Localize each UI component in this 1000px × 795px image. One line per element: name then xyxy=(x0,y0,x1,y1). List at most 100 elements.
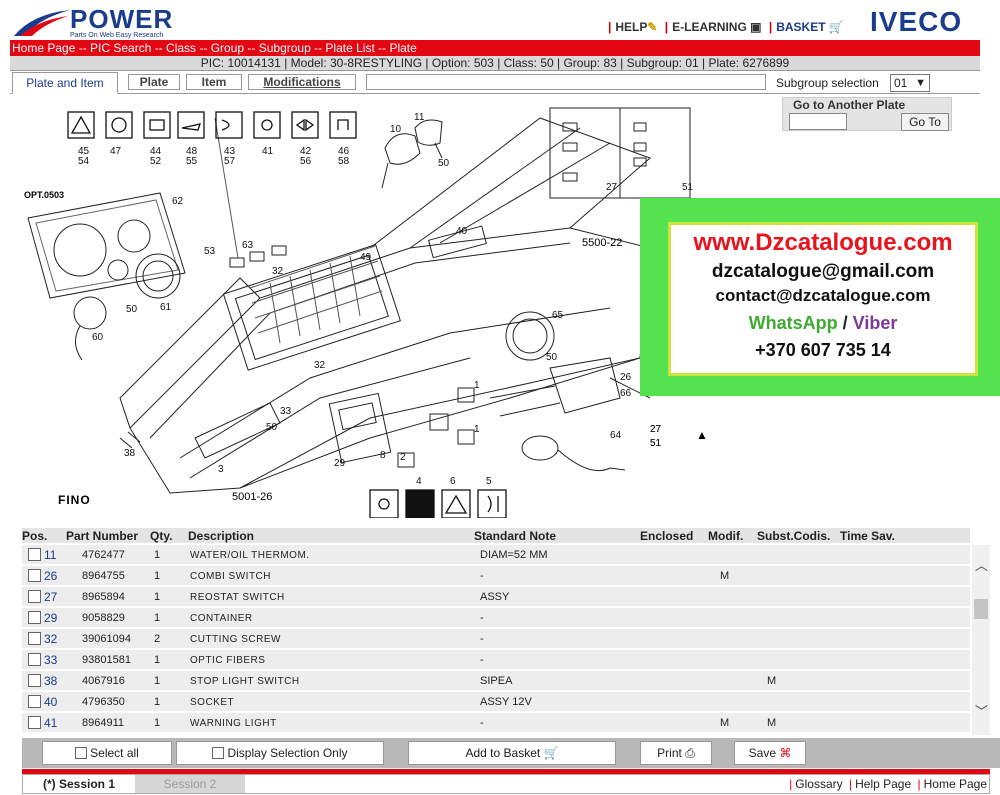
svg-text:▲: ▲ xyxy=(696,428,708,442)
table-row[interactable]: 38 4067916 1 STOP LIGHT SWITCH SIPEA M xyxy=(22,671,970,691)
goto-title: Go to Another Plate xyxy=(793,98,906,112)
drawing-label: 41 xyxy=(262,146,274,157)
tab-item[interactable]: Item xyxy=(186,74,242,90)
table-row[interactable]: 11 4762477 1 WATER/OIL THERMOM. DIAM=52 MM xyxy=(22,545,970,565)
row-part: 9058829 xyxy=(82,612,125,624)
table-row[interactable]: 29 9058829 1 CONTAINER - xyxy=(22,608,970,628)
row-qty: 2 xyxy=(154,633,161,645)
promo-phone: +370 607 735 14 xyxy=(755,340,891,360)
row-checkbox[interactable] xyxy=(28,674,41,687)
promo-email-1[interactable]: dzcatalogue@gmail.com xyxy=(671,261,975,283)
plate-number-input[interactable] xyxy=(789,113,847,130)
row-note: - xyxy=(480,570,484,582)
top-links: | HELP✎ | E-LEARNING ▣ | BASKET 🛒 xyxy=(608,20,844,34)
row-position-link[interactable]: 27 xyxy=(44,590,57,604)
promo-whatsapp: WhatsApp xyxy=(748,313,838,333)
row-qty: 1 xyxy=(154,717,161,729)
session-2-tab[interactable]: Session 2 xyxy=(135,775,245,793)
power-logo[interactable]: POWER Parts On Web Easy Research xyxy=(12,4,182,39)
select-all-button[interactable]: Select all xyxy=(42,741,172,765)
row-checkbox[interactable] xyxy=(28,548,41,561)
drawing-label: 60 xyxy=(92,332,104,343)
row-position-link[interactable]: 33 xyxy=(44,653,57,667)
glossary-link[interactable]: Glossary xyxy=(795,777,842,791)
chevron-down-icon[interactable]: ﹀ xyxy=(975,701,988,720)
table-row[interactable]: 41 8964911 1 WARNING LIGHT - M M xyxy=(22,713,970,733)
subgroup-label: Subgroup selection xyxy=(776,76,879,90)
table-row[interactable]: 33 93801581 1 OPTIC FIBERS - xyxy=(22,650,970,670)
drawing-label: 54 xyxy=(78,156,90,167)
row-position-link[interactable]: 26 xyxy=(44,569,57,583)
drawing-label: 4 xyxy=(416,476,422,487)
table-row[interactable]: 40 4796350 1 SOCKET ASSY 12V xyxy=(22,692,970,712)
row-note: - xyxy=(480,717,484,729)
subgroup-select[interactable]: 01 ▼ xyxy=(890,74,930,92)
table-scrollbar[interactable]: ︿ ﹀ xyxy=(972,545,990,735)
help-page-link[interactable]: Help Page xyxy=(855,777,911,791)
row-position-link[interactable]: 29 xyxy=(44,611,57,625)
drawing-label: 64 xyxy=(610,430,622,441)
promo-email-2[interactable]: contact@dzcatalogue.com xyxy=(671,286,975,306)
print-button[interactable]: Print ⎙ xyxy=(640,741,712,765)
table-row[interactable]: 32 39061094 2 CUTTING SCREW - xyxy=(22,629,970,649)
subgroup-selection: Subgroup selection 01 ▼ xyxy=(776,74,930,92)
row-checkbox[interactable] xyxy=(28,590,41,603)
row-checkbox[interactable] xyxy=(28,569,41,582)
row-desc: REOSTAT SWITCH xyxy=(190,592,285,603)
display-selection-button[interactable]: Display Selection Only xyxy=(176,741,384,765)
tab-plate-and-item[interactable]: Plate and Item xyxy=(12,72,118,94)
drawing-label: 1 xyxy=(474,424,480,435)
table-row[interactable]: 27 8965894 1 REOSTAT SWITCH ASSY xyxy=(22,587,970,607)
breadcrumb[interactable]: Home Page -- PIC Search -- Class -- Grou… xyxy=(10,40,980,56)
drawing-label: 8 xyxy=(380,450,386,461)
drawing-label: 51 xyxy=(650,438,662,449)
select-all-checkbox[interactable] xyxy=(75,747,88,759)
basket-icon: 🛒 xyxy=(828,20,844,34)
save-button[interactable]: Save ⌘ xyxy=(734,741,806,765)
drawing-label: 50 xyxy=(126,304,138,315)
chevron-up-icon[interactable]: ︿ xyxy=(975,555,988,574)
row-qty: 1 xyxy=(154,654,161,666)
row-checkbox[interactable] xyxy=(28,611,41,624)
drawing-label: 29 xyxy=(334,458,346,469)
basket-link[interactable]: BASKET xyxy=(776,20,825,34)
col-enclosed: Enclosed xyxy=(640,529,694,543)
row-checkbox[interactable] xyxy=(28,653,41,666)
parts-table-header: Pos. Part Number Qty. Description Standa… xyxy=(22,528,970,543)
goto-plate-box: Go to Another Plate Go To xyxy=(782,97,952,131)
elearning-link[interactable]: E-LEARNING xyxy=(672,20,747,34)
drawing-label: 11 xyxy=(414,112,425,123)
session-1-tab[interactable]: (*) Session 1 xyxy=(23,775,135,793)
row-qty: 1 xyxy=(154,591,161,603)
row-position-link[interactable]: 41 xyxy=(44,716,57,730)
row-note: - xyxy=(480,612,484,624)
help-link[interactable]: HELP xyxy=(615,20,647,34)
logo-word: POWER xyxy=(70,4,174,34)
goto-button[interactable]: Go To xyxy=(901,113,949,131)
row-checkbox[interactable] xyxy=(28,716,41,729)
scrollbar-thumb[interactable] xyxy=(974,599,988,619)
row-position-link[interactable]: 40 xyxy=(44,695,57,709)
row-position-link[interactable]: 32 xyxy=(44,632,57,646)
row-checkbox[interactable] xyxy=(28,632,41,645)
add-to-basket-button[interactable]: Add to Basket 🛒 xyxy=(408,741,616,765)
row-qty: 1 xyxy=(154,570,161,582)
drawing-label: 1 xyxy=(474,380,480,391)
top-header: POWER Parts On Web Easy Research | HELP✎ … xyxy=(0,0,1000,40)
row-desc: STOP LIGHT SWITCH xyxy=(190,676,300,687)
row-position-link[interactable]: 11 xyxy=(44,548,56,562)
table-row[interactable]: 26 8964755 1 COMBI SWITCH - M xyxy=(22,566,970,586)
session-bar: (*) Session 1 Session 2 | Glossary | Help … xyxy=(22,774,990,794)
row-part: 4796350 xyxy=(82,696,125,708)
tab-plate[interactable]: Plate xyxy=(128,74,180,90)
display-selection-checkbox[interactable] xyxy=(212,747,225,759)
row-desc: CONTAINER xyxy=(190,613,253,624)
promo-website[interactable]: www.Dzcatalogue.com xyxy=(671,229,975,257)
home-page-link[interactable]: Home Page xyxy=(924,777,987,791)
tab-modifications[interactable]: Modifications xyxy=(248,74,356,90)
row-part: 39061094 xyxy=(82,633,131,645)
help-icon: ✎ xyxy=(647,20,658,34)
row-checkbox[interactable] xyxy=(28,695,41,708)
logo-swoosh-icon xyxy=(14,10,70,36)
row-position-link[interactable]: 38 xyxy=(44,674,57,688)
